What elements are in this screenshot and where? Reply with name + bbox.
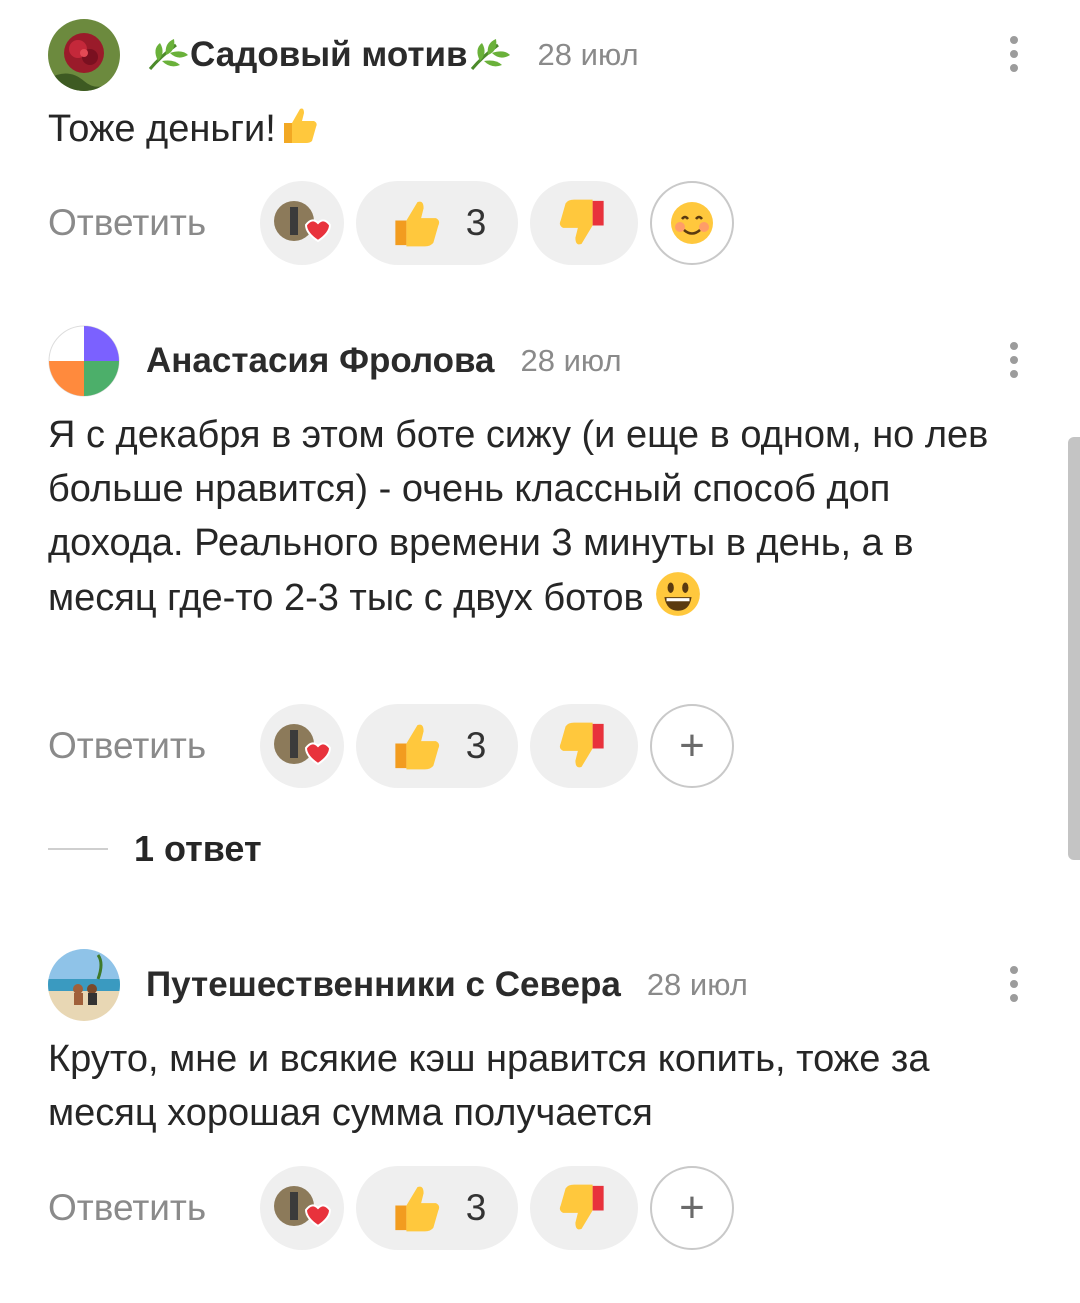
like-button[interactable]: 3 — [356, 704, 518, 788]
more-options-icon[interactable] — [1004, 966, 1024, 1006]
add-reaction-button[interactable]: + — [650, 704, 734, 788]
avatar[interactable] — [48, 19, 120, 91]
author-name[interactable]: Садовый мотив — [146, 35, 512, 75]
comment-text: Круто, мне и всякие кэш нравится копить,… — [48, 1038, 930, 1134]
scrollbar[interactable] — [1068, 437, 1080, 860]
author-name[interactable]: Путешественники с Севера — [146, 965, 621, 1005]
replies-count-label: 1 ответ — [134, 828, 262, 869]
avatar[interactable] — [48, 325, 120, 397]
smile-emoji-icon — [671, 202, 713, 244]
dislike-button[interactable] — [530, 1166, 638, 1250]
like-count: 3 — [465, 725, 487, 766]
comment-date: 28 июл — [646, 967, 748, 1002]
grinning-emoji-icon — [656, 572, 701, 616]
comment-text-row: Круто, мне и всякие кэш нравится копить,… — [48, 1032, 1048, 1140]
avatar[interactable] — [48, 949, 120, 1021]
thumbs-up-emoji-icon — [283, 108, 317, 143]
comment-text-row: Тоже деньги! — [48, 102, 1038, 156]
like-button[interactable]: 3 — [356, 181, 518, 265]
like-count: 3 — [465, 202, 487, 243]
reply-button[interactable]: Ответить — [48, 202, 260, 244]
more-options-icon[interactable] — [1004, 342, 1024, 382]
heart-reactor-icon — [274, 1186, 332, 1228]
author-label: Анастасия Фролова — [146, 341, 495, 380]
comment-text-row: Я с декабря в этом боте сижу (и еще в од… — [48, 408, 1008, 625]
reply-button[interactable]: Ответить — [48, 1187, 260, 1229]
comment-date: 28 июл — [537, 37, 639, 72]
thumbs-down-icon — [559, 1184, 604, 1230]
thread-divider — [48, 848, 108, 850]
dislike-button[interactable] — [530, 181, 638, 265]
thumbs-down-icon — [559, 199, 604, 245]
thumbs-down-icon — [559, 722, 604, 768]
reply-button[interactable]: Ответить — [48, 725, 260, 767]
comment-text: Я с декабря в этом боте сижу (и еще в од… — [48, 414, 989, 619]
thumbs-up-icon — [395, 724, 439, 770]
comment-date: 28 июл — [520, 343, 622, 378]
author-name[interactable]: Анастасия Фролова — [146, 341, 495, 381]
add-reaction-button[interactable]: + — [650, 1166, 734, 1250]
leaf-icon — [470, 39, 510, 70]
like-button[interactable]: 3 — [356, 1166, 518, 1250]
plus-icon: + — [679, 1183, 705, 1232]
thumbs-up-icon — [395, 201, 439, 247]
leaf-icon — [148, 39, 188, 70]
reactors-avatar-heart[interactable] — [260, 1166, 344, 1250]
replies-toggle[interactable]: 1 ответ — [48, 828, 262, 870]
plus-icon: + — [679, 721, 705, 770]
reactors-avatar-heart[interactable] — [260, 181, 344, 265]
add-reaction-button[interactable] — [650, 181, 734, 265]
more-options-icon[interactable] — [1004, 36, 1024, 76]
thumbs-up-icon — [395, 1186, 439, 1232]
author-label: Путешественники с Севера — [146, 965, 621, 1004]
heart-reactor-icon — [274, 201, 332, 243]
author-label: Садовый мотив — [190, 35, 468, 74]
dislike-button[interactable] — [530, 704, 638, 788]
like-count: 3 — [465, 1187, 487, 1228]
reactors-avatar-heart[interactable] — [260, 704, 344, 788]
heart-reactor-icon — [274, 724, 332, 766]
comment-text: Тоже деньги! — [48, 108, 276, 150]
